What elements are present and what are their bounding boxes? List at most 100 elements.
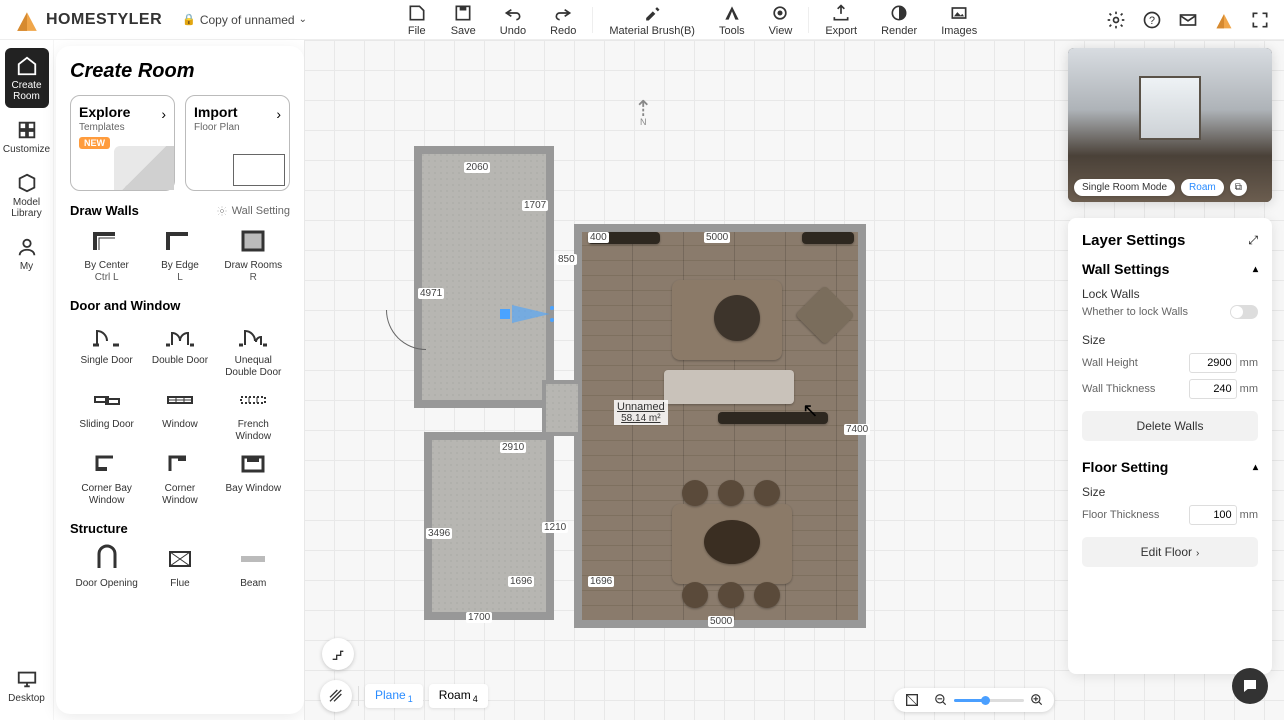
preview-3d[interactable]: Single Room Mode Roam ⧉ [1068,48,1272,202]
import-card[interactable]: Import Floor Plan › [185,95,290,191]
feedback-button[interactable] [1232,668,1268,704]
caret-up-icon: ▴ [1253,264,1258,275]
single-room-mode-button[interactable]: Single Room Mode [1074,179,1175,196]
single-door-tool[interactable]: Single Door [70,321,143,379]
door-opening-tool[interactable]: Door Opening [70,544,143,590]
render-button[interactable]: Render [869,3,929,37]
floor-setting-section[interactable]: Floor Setting▴ [1082,459,1258,475]
zoom-out-icon[interactable] [934,693,948,707]
edit-floor-button[interactable]: Edit Floor› [1082,537,1258,567]
tools-button[interactable]: Tools [707,3,757,37]
plane-tab[interactable]: Plane1 [365,684,423,708]
lock-walls-toggle[interactable] [1230,305,1258,319]
beam-tool[interactable]: Beam [217,544,290,590]
save-button[interactable]: Save [439,3,488,37]
settings-icon[interactable] [1106,10,1126,30]
unit-label: mm [1240,383,1258,395]
expand-icon[interactable]: ⤢ [1248,233,1258,248]
corner-window-tool[interactable]: Corner Window [143,449,216,507]
wall-setting-link[interactable]: Wall Setting [216,205,290,217]
wall-settings-section[interactable]: Wall Settings▴ [1082,261,1258,277]
explore-card[interactable]: Explore Templates NEW › [70,95,175,191]
top-toolbar: File Save Undo Redo Material Brush(B) To… [334,3,1050,37]
camera-icon[interactable] [500,302,558,326]
images-button[interactable]: Images [929,3,989,37]
sliding-door-tool[interactable]: Sliding Door [70,385,143,443]
delete-walls-button[interactable]: Delete Walls [1082,411,1258,441]
dimension-label: 7400 [844,424,870,435]
rail-create-room[interactable]: Create Room [5,48,49,108]
logo-area: HOMESTYLER 🔒 Copy of unnamed ⌄ [14,9,334,31]
by-center-tool[interactable]: By CenterCtrl L [70,226,143,284]
size-heading: Size [1082,333,1258,347]
zoom-slider[interactable] [954,699,1024,702]
hatch-toggle-button[interactable] [320,680,352,712]
rail-desktop[interactable]: Desktop [5,661,49,710]
file-name-text: Copy of unnamed [200,13,295,27]
dimension-label: 1210 [542,522,568,533]
wall-thickness-input[interactable] [1189,379,1237,399]
fullscreen-icon[interactable] [1250,10,1270,30]
dimension-label: 1696 [588,576,614,587]
brand-logo-icon [14,9,40,31]
draw-walls-section: Draw Walls Wall Setting [70,203,290,218]
dimension-label: 1696 [508,576,534,587]
unequal-double-door-tool[interactable]: Unequal Double Door [217,321,290,379]
zoom-in-icon[interactable] [1030,693,1044,707]
by-edge-tool[interactable]: By EdgeL [143,226,216,284]
floor-up-button[interactable] [322,638,354,670]
rail-customize[interactable]: Customize [5,112,49,161]
view-button[interactable]: View [757,3,805,37]
lock-icon: 🔒 [182,13,196,26]
canvas[interactable]: ⇡N [304,40,1284,720]
mail-icon[interactable] [1178,10,1198,30]
roam-mode-button[interactable]: Roam [1181,179,1224,196]
french-window-tool[interactable]: French Window [217,385,290,443]
explore-thumb-icon [114,146,174,190]
dimension-label: 5000 [708,616,734,627]
floor-thickness-input[interactable] [1189,505,1237,525]
header-right: ? [1050,10,1270,30]
zoom-controls [894,688,1054,712]
chevron-down-icon: ⌄ [299,14,307,25]
logo-small-icon[interactable] [1214,10,1234,30]
dimension-label: 4971 [418,288,444,299]
chevron-right-icon: › [161,106,166,122]
floor-plan[interactable]: 2060 1707 4971 850 400 5000 2910 3496 12… [414,110,974,640]
unit-label: mm [1240,509,1258,521]
roam-tab[interactable]: Roam4 [429,684,488,708]
panel-title: Create Room [70,60,290,83]
dimension-label: 400 [588,232,609,243]
cursor-icon: ↖ [802,398,819,423]
undo-button[interactable]: Undo [488,3,538,37]
wall-thickness-label: Wall Thickness [1082,383,1155,395]
redo-button[interactable]: Redo [538,3,588,37]
draw-rooms-tool[interactable]: Draw RoomsR [217,226,290,284]
flue-tool[interactable]: Flue [143,544,216,590]
file-name-dropdown[interactable]: 🔒 Copy of unnamed ⌄ [182,13,307,27]
material-brush-button[interactable]: Material Brush(B) [597,3,707,37]
lock-walls-label: Lock Walls [1082,287,1258,301]
rail-my[interactable]: My [5,229,49,278]
door-window-section: Door and Window [70,298,290,313]
copy-preview-button[interactable]: ⧉ [1230,179,1247,196]
dimension-label: 2910 [500,442,526,453]
bay-window-tool[interactable]: Bay Window [217,449,290,507]
file-button[interactable]: File [395,3,439,37]
window-tool[interactable]: Window [143,385,216,443]
chevron-right-icon: › [276,106,281,122]
corner-bay-window-tool[interactable]: Corner Bay Window [70,449,143,507]
double-door-tool[interactable]: Double Door [143,321,216,379]
dimension-label: 850 [556,254,577,265]
import-thumb-icon [229,150,289,190]
layer-settings-panel: Layer Settings ⤢ Wall Settings▴ Lock Wal… [1068,218,1272,674]
rail-model-library[interactable]: Model Library [5,165,49,225]
wall-height-input[interactable] [1189,353,1237,373]
help-icon[interactable]: ? [1142,10,1162,30]
dimension-label: 1707 [522,200,548,211]
export-button[interactable]: Export [813,3,869,37]
fit-screen-icon[interactable] [904,692,920,708]
dimension-label: 1700 [466,612,492,623]
nav-rail: Create Room Customize Model Library My D… [0,40,54,720]
room-label[interactable]: Unnamed 58.14 m² [614,400,668,425]
